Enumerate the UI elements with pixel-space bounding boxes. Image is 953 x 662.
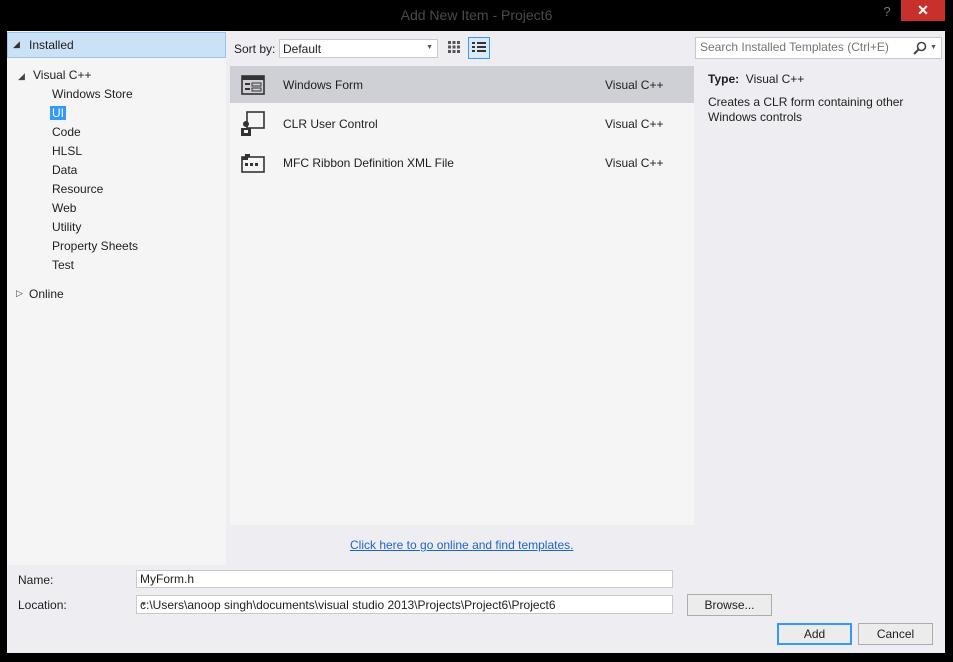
tree-item-online[interactable]: Online bbox=[29, 287, 64, 301]
tree-item-installed[interactable]: ◢ Installed bbox=[7, 32, 226, 58]
sort-by-value: Default bbox=[283, 42, 322, 56]
search-input[interactable] bbox=[700, 40, 905, 54]
installed-label: Installed bbox=[29, 38, 74, 52]
list-item[interactable]: MFC Ribbon Definition XML File Visual C+… bbox=[230, 144, 694, 181]
template-tree: ◢ Installed ◢ Visual C++ Windows Store U… bbox=[7, 31, 226, 565]
template-name: CLR User Control bbox=[283, 117, 378, 131]
chevron-down-icon: ▼ bbox=[426, 44, 433, 51]
tree-item-utility[interactable]: Utility bbox=[52, 220, 81, 234]
type-label: Type: bbox=[708, 72, 740, 86]
template-language: Visual C++ bbox=[605, 156, 664, 170]
online-templates-link[interactable]: Click here to go online and find templat… bbox=[350, 538, 573, 552]
tree-item-data[interactable]: Data bbox=[52, 163, 77, 177]
template-name: MFC Ribbon Definition XML File bbox=[283, 156, 454, 170]
expanded-arrow-icon[interactable]: ◢ bbox=[13, 39, 20, 50]
list-item[interactable]: Windows Form Visual C++ bbox=[230, 66, 694, 103]
template-description: Creates a CLR form containing other Wind… bbox=[708, 95, 904, 124]
add-new-item-dialog: Add New Item - Project6 ? ✕ ◢ Installed … bbox=[0, 0, 953, 662]
template-language: Visual C++ bbox=[605, 78, 664, 92]
close-button[interactable]: ✕ bbox=[901, 0, 945, 21]
dialog-body: ◢ Installed ◢ Visual C++ Windows Store U… bbox=[7, 31, 945, 653]
list-view-button[interactable] bbox=[468, 37, 490, 59]
sort-by-label: Sort by: bbox=[234, 42, 276, 56]
name-label: Name: bbox=[18, 573, 54, 587]
help-button[interactable]: ? bbox=[876, 2, 898, 22]
template-list: Windows Form Visual C++ CLR User Control… bbox=[230, 66, 694, 525]
window-title: Add New Item - Project6 bbox=[400, 7, 553, 23]
tree-item-code[interactable]: Code bbox=[52, 125, 81, 139]
tree-item-resource[interactable]: Resource bbox=[52, 182, 103, 196]
collapsed-arrow-icon[interactable]: ▷ bbox=[16, 288, 23, 299]
name-field[interactable]: MyForm.h bbox=[136, 570, 673, 588]
grid-view-icon bbox=[448, 41, 460, 53]
add-button[interactable]: Add bbox=[777, 623, 852, 645]
sort-by-dropdown[interactable]: Default ▼ bbox=[279, 39, 438, 58]
cancel-button[interactable]: Cancel bbox=[858, 623, 933, 645]
tree-item-visual-cpp[interactable]: Visual C++ bbox=[33, 68, 91, 82]
name-value: MyForm.h bbox=[140, 572, 194, 586]
tree-item-windows-store[interactable]: Windows Store bbox=[52, 87, 133, 101]
windows-form-icon bbox=[241, 75, 265, 95]
tree-item-web[interactable]: Web bbox=[52, 201, 76, 215]
tree-item-hlsl[interactable]: HLSL bbox=[52, 144, 82, 158]
tree-item-property-sheets[interactable]: Property Sheets bbox=[52, 239, 138, 253]
chevron-down-icon[interactable]: ▼ bbox=[930, 44, 937, 51]
expanded-arrow-icon[interactable]: ◢ bbox=[18, 71, 25, 82]
small-icons-view-button[interactable] bbox=[444, 37, 464, 57]
tree-item-test[interactable]: Test bbox=[52, 258, 74, 272]
user-control-icon bbox=[241, 111, 265, 136]
title-bar: Add New Item - Project6 ? ✕ bbox=[0, 0, 953, 31]
chevron-down-icon[interactable]: ▼ bbox=[140, 601, 668, 608]
location-field[interactable]: c:\Users\anoop singh\documents\visual st… bbox=[136, 595, 673, 614]
search-templates-box[interactable]: ▼ bbox=[695, 37, 942, 59]
type-value: Visual C++ bbox=[745, 72, 805, 86]
list-item[interactable]: CLR User Control Visual C++ bbox=[230, 105, 694, 142]
tree-item-ui[interactable]: UI bbox=[50, 106, 66, 120]
browse-button[interactable]: Browse... bbox=[687, 594, 772, 616]
template-type: Type: Visual C++ bbox=[708, 72, 804, 86]
template-language: Visual C++ bbox=[605, 117, 664, 131]
list-view-icon bbox=[472, 42, 486, 52]
search-icon[interactable] bbox=[912, 40, 928, 56]
location-label: Location: bbox=[18, 598, 67, 612]
ribbon-icon bbox=[241, 154, 265, 173]
template-name: Windows Form bbox=[283, 78, 364, 92]
